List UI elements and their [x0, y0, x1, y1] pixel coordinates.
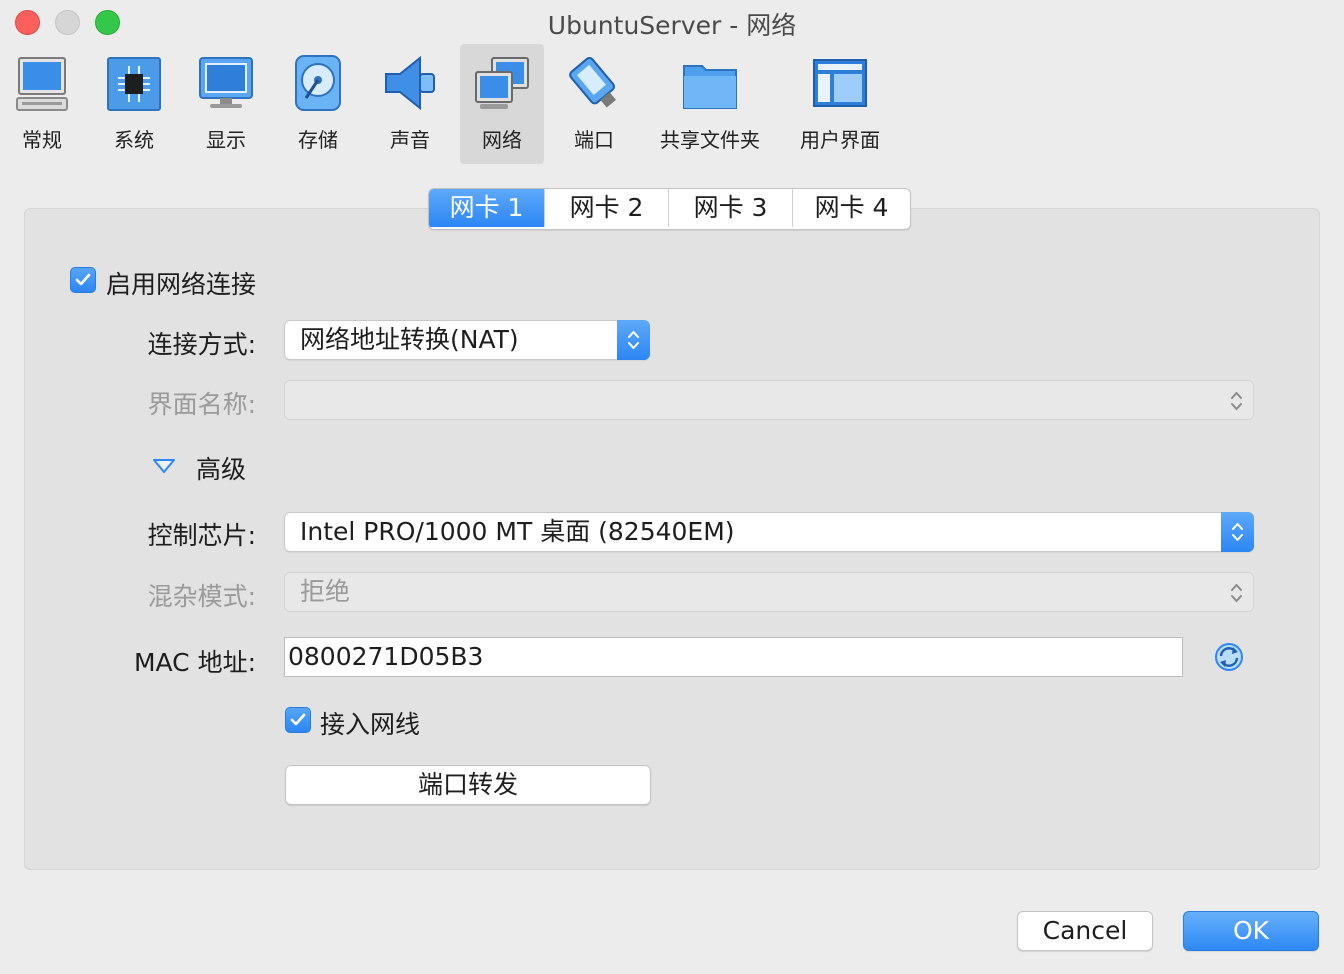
shared-folder-icon	[683, 65, 737, 109]
toolbar-item-label: 声音	[390, 128, 430, 152]
interface-name-stepper	[1220, 381, 1253, 419]
disclosure-triangle-icon[interactable]	[152, 458, 176, 474]
cable-connected-label[interactable]: 接入网线	[320, 705, 420, 741]
system-chip-icon	[107, 57, 161, 111]
toolbar-item-user-interface[interactable]: 用户界面	[788, 44, 892, 164]
promiscuous-mode-label: 混杂模式:	[147, 582, 256, 611]
attached-to-value: 网络地址转换(NAT)	[300, 325, 519, 354]
cancel-button[interactable]: Cancel	[1017, 911, 1153, 951]
attached-to-label: 连接方式:	[147, 330, 256, 359]
up-down-chevron-icon	[1231, 584, 1242, 602]
ok-button[interactable]: OK	[1183, 911, 1319, 951]
toolbar-item-label: 共享文件夹	[660, 128, 760, 152]
toolbar-item-ports[interactable]: 端口	[552, 44, 636, 164]
toolbar-item-network[interactable]: 网络	[460, 44, 544, 164]
advanced-label[interactable]: 高级	[196, 450, 246, 486]
adapter-type-select[interactable]: Intel PRO/1000 MT 桌面 (82540EM)	[284, 512, 1254, 552]
checkmark-icon	[290, 713, 306, 726]
audio-speaker-icon	[385, 55, 435, 111]
window-title: UbuntuServer - 网络	[547, 11, 797, 40]
promiscuous-mode-stepper	[1220, 573, 1253, 611]
display-monitor-icon	[199, 57, 253, 108]
tab-adapter-2[interactable]: 网卡 2	[545, 189, 669, 227]
refresh-mac-icon[interactable]	[1213, 641, 1245, 673]
toolbar-item-label: 端口	[574, 128, 614, 152]
user-interface-icon	[813, 59, 867, 107]
ports-plug-icon	[569, 57, 616, 108]
cable-connected-checkbox[interactable]	[285, 707, 311, 733]
enable-adapter-checkbox[interactable]	[70, 267, 96, 293]
mac-address-label: MAC 地址:	[133, 648, 256, 677]
tab-adapter-1[interactable]: 网卡 1	[429, 189, 545, 227]
toolbar-item-label: 存储	[298, 128, 338, 152]
storage-disk-icon	[295, 55, 341, 111]
enable-adapter-label[interactable]: 启用网络连接	[106, 265, 256, 301]
promiscuous-mode-value: 拒绝	[300, 577, 351, 606]
toolbar-item-label: 网络	[482, 128, 522, 152]
adapter-type-value: Intel PRO/1000 MT 桌面 (82540EM)	[300, 517, 735, 546]
up-down-chevron-icon	[628, 331, 639, 349]
adapter-tabs: 网卡 1 网卡 2 网卡 3 网卡 4	[428, 188, 911, 230]
general-monitor-icon	[16, 57, 68, 111]
promiscuous-mode-select: 拒绝	[284, 572, 1254, 612]
mac-address-value: 0800271D05B3	[288, 642, 484, 671]
interface-name-label: 界面名称:	[147, 390, 256, 419]
up-down-chevron-icon	[1231, 392, 1242, 410]
toolbar-item-storage[interactable]: 存储	[276, 44, 360, 164]
toolbar-item-system[interactable]: 系统	[92, 44, 176, 164]
checkmark-icon	[75, 273, 91, 286]
toolbar-item-audio[interactable]: 声音	[368, 44, 452, 164]
toolbar-item-shared-folders[interactable]: 共享文件夹	[648, 44, 772, 164]
adapter-type-label: 控制芯片:	[147, 521, 256, 550]
port-forwarding-button[interactable]: 端口转发	[285, 765, 651, 805]
title-bar: UbuntuServer - 网络	[0, 0, 1344, 44]
attached-to-select[interactable]: 网络地址转换(NAT)	[284, 320, 650, 360]
toolbar-item-display[interactable]: 显示	[184, 44, 268, 164]
interface-name-select	[284, 380, 1254, 420]
mac-address-field[interactable]: 0800271D05B3	[284, 637, 1183, 677]
adapter-type-stepper[interactable]	[1221, 512, 1254, 552]
network-icon	[475, 57, 529, 109]
toolbar-item-label: 常规	[22, 128, 62, 152]
tab-adapter-3[interactable]: 网卡 3	[669, 189, 793, 227]
toolbar-item-label: 用户界面	[800, 128, 880, 152]
toolbar-item-general[interactable]: 常规	[0, 44, 84, 164]
attached-to-stepper[interactable]	[617, 320, 650, 360]
toolbar-item-label: 显示	[206, 128, 246, 152]
settings-toolbar: 常规 系统 显示 存储 声音 网络 端口 共享文件夹 用户界面	[0, 44, 1344, 164]
tab-adapter-4[interactable]: 网卡 4	[793, 189, 910, 227]
up-down-chevron-icon	[1232, 523, 1243, 541]
toolbar-item-label: 系统	[114, 128, 154, 152]
